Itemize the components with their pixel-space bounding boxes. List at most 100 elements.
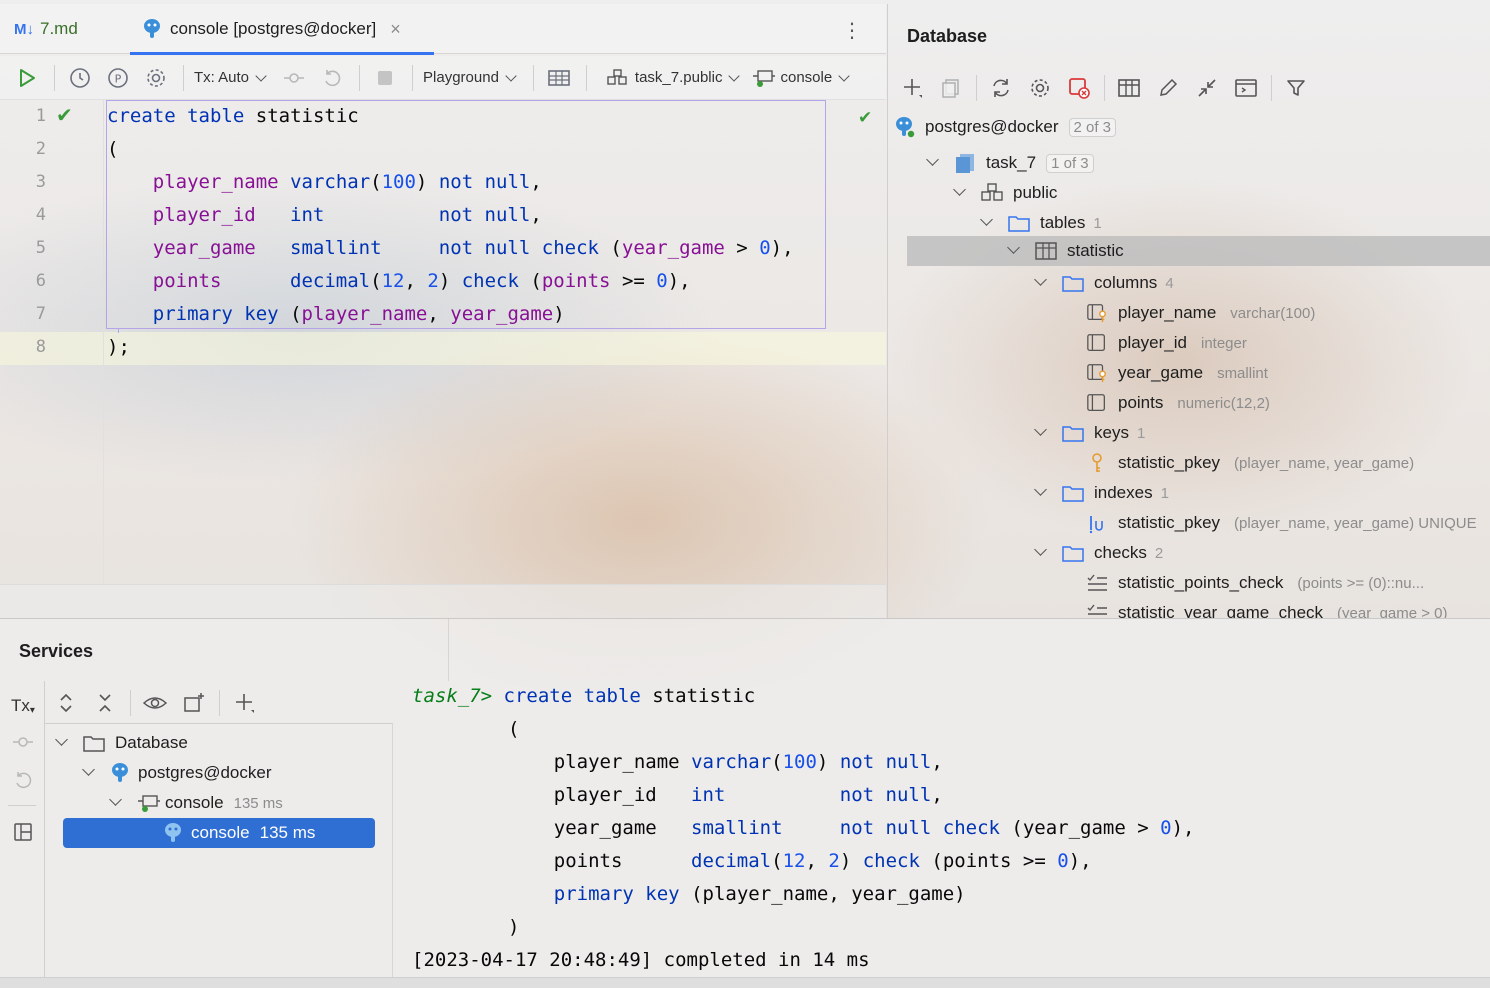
tree-keys-folder[interactable]: keys 1 xyxy=(1034,418,1145,448)
commit-icon[interactable] xyxy=(10,729,36,755)
side-separator xyxy=(8,805,36,806)
add-icon[interactable] xyxy=(896,72,928,104)
tree-tables-folder[interactable]: tables 1 xyxy=(980,208,1102,238)
columns-folder-label: columns xyxy=(1094,273,1158,292)
tree-key-statistic-pkey[interactable]: statistic_pkey (player_name, year_game) xyxy=(1086,448,1414,478)
services-output[interactable]: task_7> create table statistic ( player_… xyxy=(412,681,1482,977)
folder-icon xyxy=(1062,422,1084,444)
code-line-2: ( xyxy=(107,138,119,160)
svc-tree-datasource[interactable]: postgres@docker xyxy=(82,758,272,788)
tree-checks-folder[interactable]: checks 2 xyxy=(1034,538,1163,568)
toolbar-separator xyxy=(130,690,131,716)
index-name: statistic_pkey xyxy=(1118,513,1221,532)
output-line-3: player_name varchar(100) not null, xyxy=(553,751,943,773)
eye-icon[interactable] xyxy=(139,687,171,719)
tree-column-points[interactable]: points numeric(12,2) xyxy=(1086,388,1270,418)
tree-schema[interactable]: public xyxy=(953,178,1057,208)
sql-editor[interactable]: 1 2 3 4 5 6 7 8 ✔ ✔ create table statist… xyxy=(0,100,886,584)
commit-icon[interactable] xyxy=(279,63,309,93)
column-name: points xyxy=(1118,393,1164,412)
tx-mode-dropdown[interactable]: Tx: Auto xyxy=(194,69,267,86)
postgres-icon xyxy=(894,116,916,138)
key-icon xyxy=(1086,452,1108,474)
code-line-7: primary key (player_name, year_game) xyxy=(152,303,565,325)
column-icon xyxy=(1086,332,1108,354)
tree-check-points[interactable]: statistic_points_check (points >= (0)::n… xyxy=(1086,568,1424,598)
services-panel: Services Tx ▾ Database postgres@docker c… xyxy=(0,618,1490,988)
close-icon[interactable]: × xyxy=(390,19,401,40)
tree-database[interactable]: task_7 1 of 3 xyxy=(926,148,1094,178)
tree-columns-folder[interactable]: columns 4 xyxy=(1034,268,1174,298)
services-side-toolbar: Tx ▾ xyxy=(0,681,45,977)
svc-tree-console-selected[interactable]: console 135 ms xyxy=(63,818,375,848)
query-console-icon[interactable] xyxy=(1230,72,1262,104)
result-table-icon[interactable] xyxy=(544,63,574,93)
output-line-2: ( xyxy=(508,718,520,740)
svc-tree-session[interactable]: console 135 ms xyxy=(109,788,283,818)
history-icon[interactable] xyxy=(65,63,95,93)
console-session-icon xyxy=(137,792,161,814)
tree-column-year-game[interactable]: year_game smallint xyxy=(1086,358,1268,388)
tree-table-statistic[interactable]: statistic xyxy=(907,236,1490,266)
database-panel: Database postgres@docker 2 of 3 task_7 1… xyxy=(887,4,1490,618)
tab-label: 7.md xyxy=(40,19,78,38)
playground-dropdown[interactable]: Playground xyxy=(423,69,517,86)
code-line-8: ); xyxy=(107,336,130,358)
toolbar-separator xyxy=(359,64,361,91)
index-detail: (player_name, year_game) UNIQUE xyxy=(1234,514,1477,532)
svc-tree-database[interactable]: Database xyxy=(55,728,188,758)
tree-datasource[interactable]: postgres@docker 2 of 3 xyxy=(894,112,1117,142)
run-icon[interactable] xyxy=(12,63,42,93)
key-detail: (player_name, year_game) xyxy=(1234,454,1415,472)
folder-icon xyxy=(83,732,105,754)
rollback-icon[interactable] xyxy=(10,767,36,793)
editor-tab-bar: M↓ 7.md console [postgres@docker] × ⋮ xyxy=(0,4,886,55)
line-number: 1 xyxy=(35,106,46,126)
explain-plan-icon[interactable]: P xyxy=(103,63,133,93)
markdown-icon: M↓ xyxy=(14,20,34,38)
tx-button[interactable]: Tx ▾ xyxy=(10,693,36,719)
refresh-icon[interactable] xyxy=(985,72,1017,104)
line-number: 8 xyxy=(35,337,46,357)
edit-icon[interactable] xyxy=(1152,72,1184,104)
tree-index-statistic-pkey[interactable]: statistic_pkey (player_name, year_game) … xyxy=(1086,508,1477,538)
disconnect-icon[interactable] xyxy=(1063,72,1095,104)
table-view-icon[interactable] xyxy=(1113,72,1145,104)
svc-session-time: 135 ms xyxy=(233,794,283,812)
collapse-all-icon[interactable] xyxy=(89,687,121,719)
stop-icon[interactable] xyxy=(370,63,400,93)
add-icon[interactable] xyxy=(228,687,260,719)
panel-title: Database xyxy=(907,26,988,46)
expand-all-icon[interactable] xyxy=(50,687,82,719)
line-number: 2 xyxy=(35,139,46,159)
jump-to-source-icon[interactable] xyxy=(1191,72,1223,104)
session-dropdown[interactable]: console xyxy=(752,68,850,88)
settings-icon[interactable] xyxy=(141,63,171,93)
folder-icon xyxy=(1062,482,1084,504)
tree-indexes-folder[interactable]: indexes 1 xyxy=(1034,478,1169,508)
rollback-icon[interactable] xyxy=(317,63,347,93)
chevron-down-icon xyxy=(1007,245,1019,257)
chevron-down-icon xyxy=(109,797,121,809)
tree-column-player-name[interactable]: player_name varchar(100) xyxy=(1086,298,1315,328)
postgres-icon xyxy=(163,822,185,844)
new-session-icon[interactable] xyxy=(178,687,210,719)
tables-count: 1 xyxy=(1093,214,1102,232)
schema-dropdown[interactable]: task_7.public xyxy=(607,68,741,87)
layout-icon[interactable] xyxy=(10,819,36,845)
output-line-6: points decimal(12, 2) check (points >= 0… xyxy=(553,850,1092,872)
copy-icon[interactable] xyxy=(935,72,967,104)
chevron-down-icon xyxy=(728,69,741,82)
chevron-down-icon xyxy=(953,187,965,199)
services-tree: Database postgres@docker console 135 ms … xyxy=(45,723,393,977)
tree-column-player-id[interactable]: player_id integer xyxy=(1086,328,1247,358)
schema-label: task_7.public xyxy=(634,69,723,86)
tab-console[interactable]: console [postgres@docker] × xyxy=(130,4,434,55)
filter-icon[interactable] xyxy=(1280,72,1312,104)
toolbar-separator xyxy=(585,64,587,91)
tree-check-year-game[interactable]: statistic_year_game_check (year_game > 0… xyxy=(1086,598,1448,618)
panel-title: Services xyxy=(19,641,94,661)
properties-icon[interactable] xyxy=(1024,72,1056,104)
tab-7-md[interactable]: M↓ 7.md xyxy=(14,4,78,54)
more-options-icon[interactable]: ⋮ xyxy=(842,18,862,43)
